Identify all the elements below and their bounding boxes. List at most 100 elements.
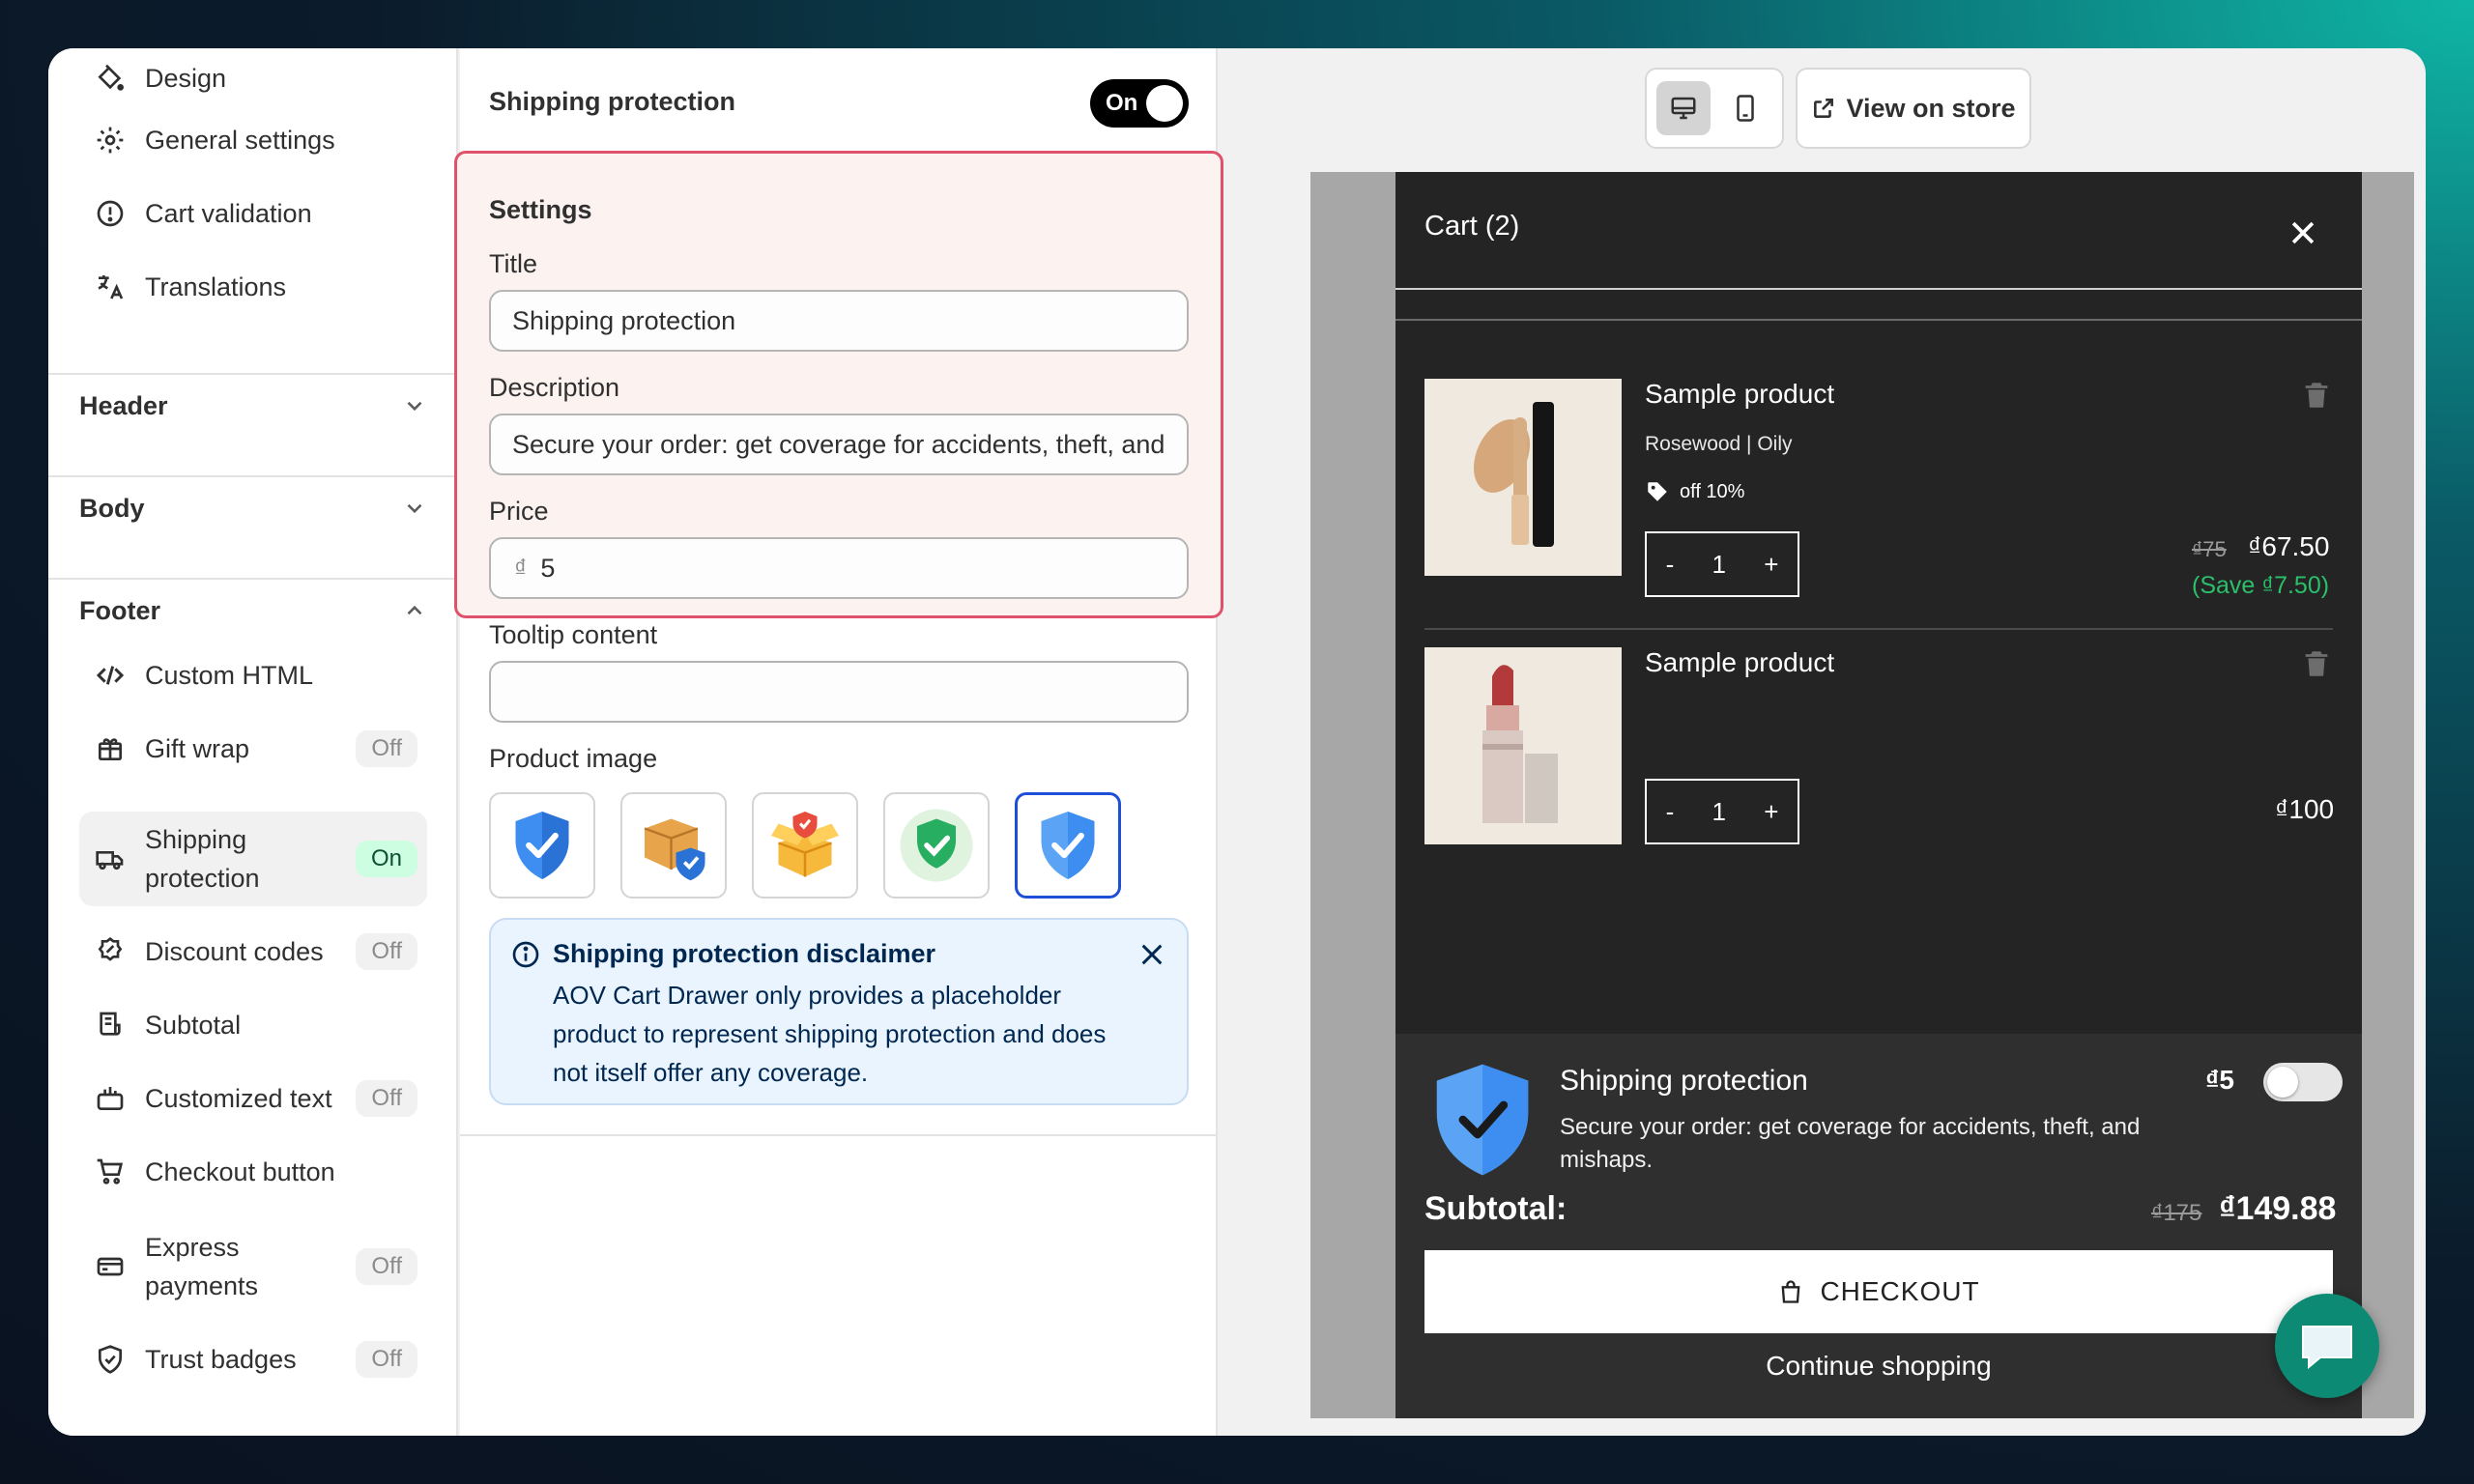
qty-increase-button[interactable]: +: [1764, 797, 1778, 827]
divider: [48, 578, 458, 580]
savings-label: (Save ₫7.50): [2192, 572, 2330, 599]
sidebar-item-custom-html[interactable]: Custom HTML: [79, 645, 427, 705]
trash-icon[interactable]: [2300, 647, 2333, 680]
close-icon[interactable]: [2287, 216, 2319, 249]
protection-toggle[interactable]: [2263, 1063, 2343, 1101]
gift-icon: [93, 731, 128, 766]
sidebar-item-trust-badges[interactable]: Trust badges Off: [79, 1329, 427, 1389]
blue-shield-icon: [515, 812, 569, 879]
chevron-down-icon: [407, 401, 422, 412]
sidebar-item-design[interactable]: Design: [79, 48, 427, 108]
image-option-blue-shield[interactable]: [489, 792, 595, 899]
image-option-blue-shield-selected[interactable]: [1015, 792, 1121, 899]
desktop-icon: [1671, 97, 1696, 120]
continue-shopping-link[interactable]: Continue shopping: [1395, 1351, 2362, 1382]
qty-decrease-button[interactable]: -: [1666, 797, 1675, 827]
product-image-options: [489, 792, 1121, 899]
description-input[interactable]: [489, 414, 1189, 475]
protection-price: ₫5: [2205, 1065, 2234, 1095]
cart-icon: [93, 1155, 128, 1189]
qty-increase-button[interactable]: +: [1764, 550, 1778, 580]
device-toggle: [1645, 68, 1784, 149]
section-footer[interactable]: Footer: [79, 582, 427, 640]
title-label: Title: [489, 249, 538, 278]
divider: [1424, 628, 2333, 630]
open-box-icon: [771, 812, 839, 877]
toggle-label: On: [1106, 90, 1138, 116]
description-label: Description: [489, 373, 620, 402]
section-header[interactable]: Header: [79, 377, 427, 435]
sidebar-item-express-payments[interactable]: Express payments Off: [79, 1219, 427, 1314]
sidebar-item-translations[interactable]: Translations: [79, 257, 427, 317]
divider: [460, 1134, 1218, 1136]
section-body[interactable]: Body: [79, 479, 427, 537]
tooltip-input[interactable]: [489, 661, 1189, 723]
quantity-stepper: - 1 +: [1645, 779, 1799, 844]
lipstick-product-image: [1424, 647, 1622, 844]
sidebar-item-shipping-protection[interactable]: Shipping protection On: [79, 812, 427, 906]
view-on-store-label: View on store: [1846, 93, 2016, 123]
cart-drawer: Cart (2) Sample product Rosewood | Oily …: [1395, 172, 2362, 1418]
sidebar-item-checkout-button[interactable]: Checkout button: [79, 1142, 427, 1202]
mobile-view-button[interactable]: [1718, 81, 1772, 135]
section-body-label: Body: [79, 493, 145, 523]
discount-tag: off 10%: [1645, 479, 1744, 504]
settings-section-label: Settings: [489, 195, 592, 224]
divider: [1395, 319, 2362, 321]
cart-line-item: Sample product Rosewood | Oily off 10% -…: [1424, 379, 2333, 611]
sidebar-item-customized-text[interactable]: Customized text Off: [79, 1069, 427, 1128]
concealer-product-image: [1424, 379, 1622, 576]
chat-widget-button[interactable]: [2275, 1294, 2379, 1398]
checkout-label: CHECKOUT: [1820, 1276, 1980, 1306]
sidebar-item-label: Cart validation: [145, 199, 312, 228]
sale-price: ₫67.50: [2248, 531, 2330, 561]
shipping-protection-toggle[interactable]: On: [1090, 79, 1189, 128]
close-icon[interactable]: [1136, 939, 1167, 970]
tag-icon: [1648, 482, 1667, 501]
product-image-label: Product image: [489, 744, 658, 773]
desktop-view-button[interactable]: [1656, 81, 1711, 135]
product-thumbnail[interactable]: [1424, 379, 1622, 576]
trash-icon[interactable]: [2300, 379, 2333, 412]
sidebar-item-subtotal[interactable]: Subtotal: [79, 995, 427, 1055]
text-icon: [93, 1081, 128, 1116]
sidebar-item-discount-codes[interactable]: Discount codes Off: [79, 922, 427, 982]
image-option-open-box[interactable]: [752, 792, 858, 899]
sidebar: Design General settings Cart validation …: [48, 48, 458, 1436]
chevron-down-icon: [407, 503, 422, 514]
external-link-icon: [1814, 99, 1834, 118]
sidebar-item-gift-wrap[interactable]: Gift wrap Off: [79, 719, 427, 779]
status-badge: Off: [356, 1341, 417, 1378]
sidebar-item-label: Discount codes: [145, 937, 324, 966]
title-input[interactable]: [489, 290, 1189, 352]
product-variant: Rosewood | Oily: [1645, 433, 1793, 455]
divider: [1395, 288, 2362, 290]
sidebar-item-label: Customized text: [145, 1084, 332, 1113]
chat-icon: [2302, 1326, 2352, 1370]
product-name[interactable]: Sample product: [1645, 647, 1834, 678]
divider: [48, 373, 458, 375]
price-input[interactable]: [540, 553, 1121, 584]
view-on-store-button[interactable]: View on store: [1796, 68, 2031, 149]
blue-shield-icon: [1041, 812, 1095, 879]
status-badge: Off: [356, 933, 417, 970]
tooltip-label: Tooltip content: [489, 620, 658, 649]
currency-symbol: ₫: [514, 553, 528, 583]
app-window: Design General settings Cart validation …: [48, 48, 2426, 1436]
checkout-button[interactable]: CHECKOUT: [1424, 1250, 2333, 1333]
product-name[interactable]: Sample product: [1645, 379, 1834, 410]
settings-panel: Shipping protection On Settings Title De…: [454, 48, 1223, 1436]
sidebar-item-label: General settings: [145, 126, 335, 155]
green-shield-icon: [900, 809, 973, 882]
discount-icon: [93, 934, 128, 969]
discount-label: off 10%: [1680, 480, 1745, 502]
truck-icon: [93, 842, 128, 876]
product-thumbnail[interactable]: [1424, 647, 1622, 844]
sidebar-item-cart-validation[interactable]: Cart validation: [79, 184, 427, 243]
disclaimer-banner: Shipping protection disclaimer AOV Cart …: [489, 918, 1189, 1105]
sidebar-item-general-settings[interactable]: General settings: [79, 110, 427, 170]
image-option-green-shield[interactable]: [883, 792, 990, 899]
qty-decrease-button[interactable]: -: [1666, 550, 1675, 580]
image-option-box-shield[interactable]: [620, 792, 727, 899]
price-field[interactable]: ₫: [489, 537, 1189, 599]
